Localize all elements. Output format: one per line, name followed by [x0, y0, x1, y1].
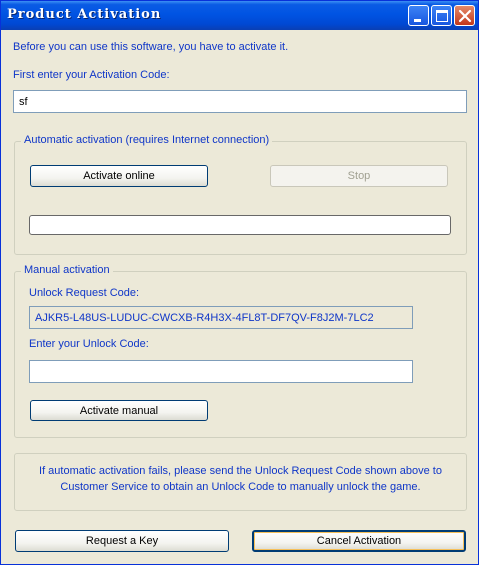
minimize-icon [414, 19, 421, 22]
unlock-request-code-field[interactable] [29, 306, 413, 329]
cancel-activation-button[interactable]: Cancel Activation [252, 530, 466, 552]
info-box: If automatic activation fails, please se… [14, 453, 467, 511]
stop-button[interactable]: Stop [270, 165, 448, 187]
minimize-button[interactable] [408, 5, 429, 26]
activation-code-input[interactable] [13, 90, 467, 113]
info-line-1: If automatic activation fails, please se… [39, 465, 442, 477]
intro-text: Before you can use this software, you ha… [13, 41, 289, 53]
title-bar[interactable]: Product Activation [1, 1, 478, 30]
unlock-request-code-label: Unlock Request Code: [29, 287, 140, 299]
automatic-activation-group-label: Automatic activation (requires Internet … [21, 134, 273, 146]
unlock-code-input[interactable] [29, 360, 413, 383]
request-key-button[interactable]: Request a Key [15, 530, 229, 552]
info-line-2: Customer Service to obtain an Unlock Cod… [60, 481, 421, 493]
close-button[interactable] [454, 5, 475, 26]
close-icon [458, 9, 472, 23]
activation-code-label: First enter your Activation Code: [13, 69, 170, 81]
manual-activation-group-label: Manual activation [21, 264, 113, 276]
maximize-button[interactable] [431, 5, 452, 26]
product-activation-window: Product Activation Before you can use th… [0, 0, 479, 565]
activate-manual-button[interactable]: Activate manual [30, 400, 208, 421]
unlock-code-label: Enter your Unlock Code: [29, 338, 149, 350]
maximize-icon [436, 10, 448, 22]
window-title: Product Activation [7, 7, 162, 22]
automatic-activation-group: Automatic activation (requires Internet … [14, 134, 467, 255]
activation-progress-bar [29, 215, 451, 235]
activate-online-button[interactable]: Activate online [30, 165, 208, 187]
